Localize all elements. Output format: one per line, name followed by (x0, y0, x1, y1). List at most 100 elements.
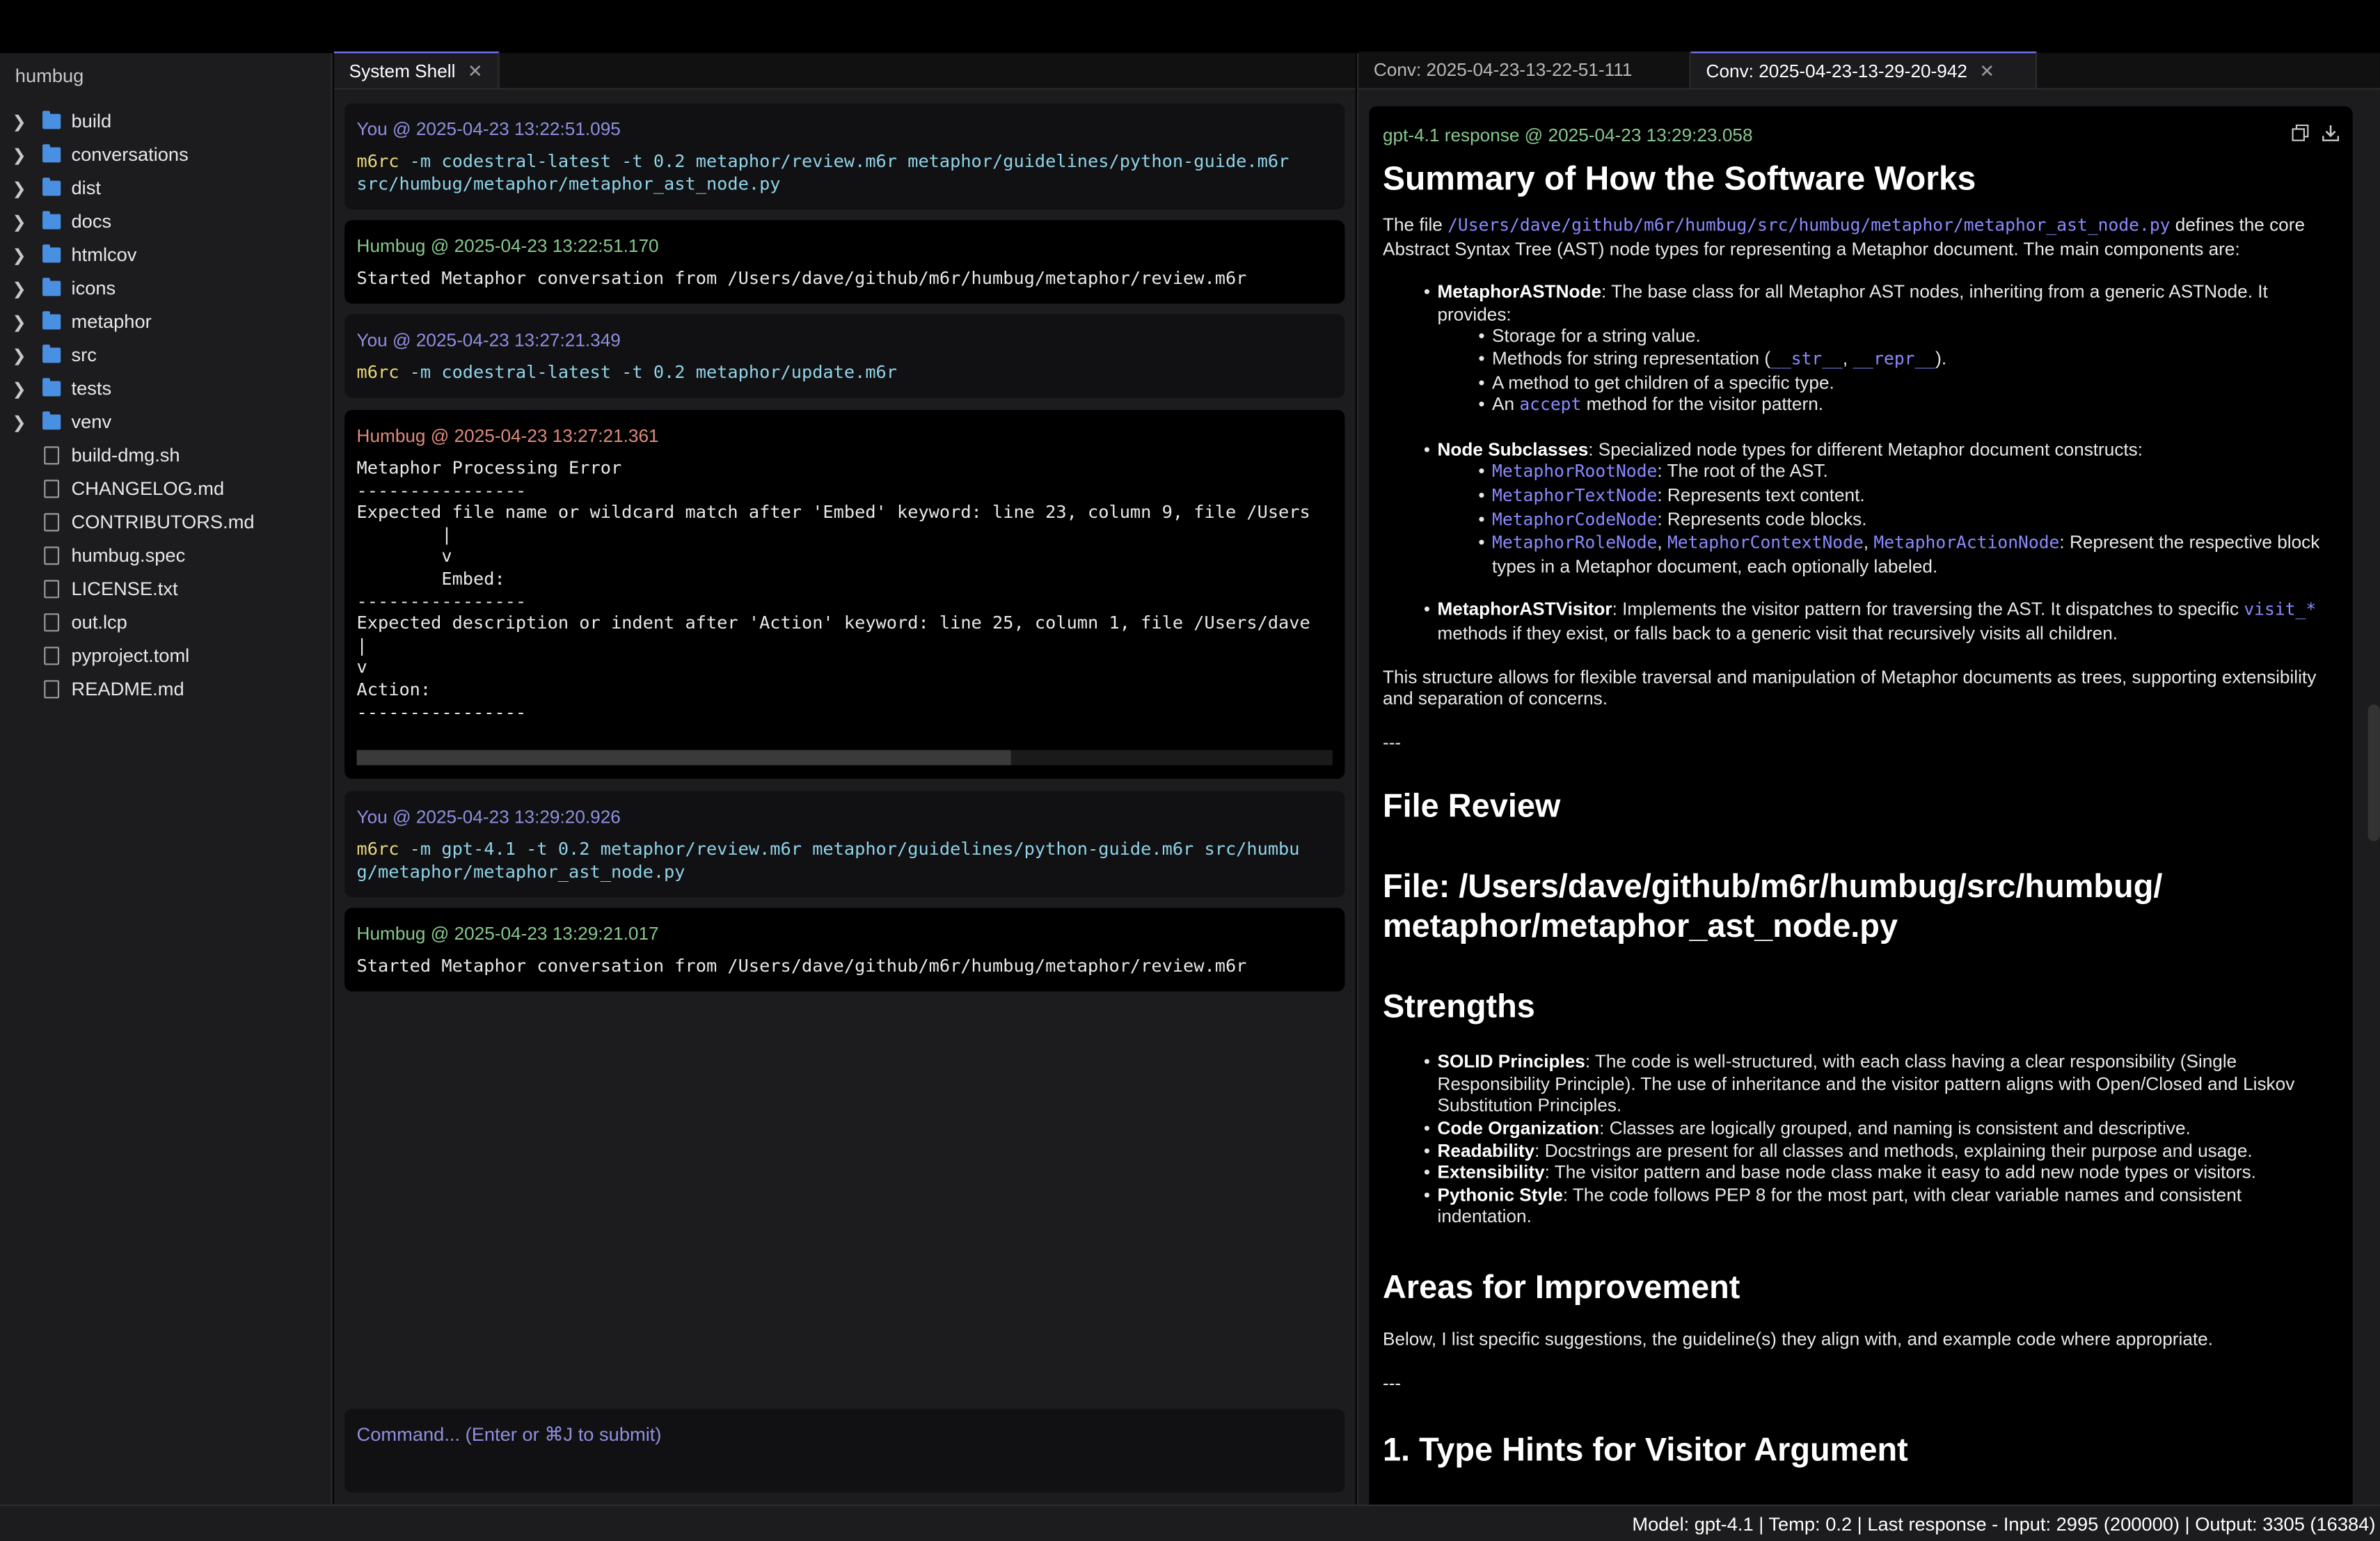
chevron-right-icon[interactable]: ❯ (0, 111, 27, 132)
chevron-right-icon[interactable]: ❯ (0, 345, 27, 365)
error-text[interactable]: Metaphor Processing Error --------------… (357, 457, 1333, 723)
heading-summary: Summary of How the Software Works (1382, 159, 1976, 198)
bold-text: Code Organization (1437, 1117, 1600, 1139)
tree-folder-venv[interactable]: ❯ venv (0, 405, 331, 438)
tree-item-label: CONTRIBUTORS.md (71, 512, 255, 533)
horizontal-rule: --- (1382, 1372, 1402, 1393)
sub-list: Storage for a string value. Methods for … (1478, 326, 2339, 418)
tree-file[interactable]: humbug.spec (0, 539, 331, 572)
title-bar (0, 0, 2380, 54)
paragraph: The file /Users/dave/github/m6r/humbug/s… (1383, 214, 2339, 260)
list-item: Methods for string representation (__str… (1478, 347, 2339, 371)
tree-file[interactable]: out.lcp (0, 606, 331, 639)
command-name: m6rc (356, 838, 399, 860)
vertical-scrollbar[interactable] (2367, 704, 2380, 841)
message-text[interactable]: Started Metaphor conversation from /User… (357, 955, 1333, 977)
text: : Docstrings are present for all classes… (1534, 1139, 2253, 1161)
folder-icon (42, 345, 61, 363)
tree-folder-docs[interactable]: ❯ docs (0, 205, 331, 238)
command-args: -m gpt-4.1 -t 0.2 metaphor/review.m6r me… (399, 838, 1300, 860)
tree-folder-src[interactable]: ❯ src (0, 338, 331, 372)
command-text[interactable]: m6rc -m gpt-4.1 -t 0.2 metaphor/review.m… (357, 838, 1333, 883)
tree-item-label: venv (71, 411, 112, 433)
tab-system-shell[interactable]: System Shell ✕ (333, 52, 500, 88)
paragraph: Below, I list specific suggestions, the … (1382, 1328, 2214, 1350)
tree-folder-conversations[interactable]: ❯ conversations (0, 138, 331, 171)
horizontal-scrollbar[interactable] (356, 750, 1333, 766)
shell-message-error: Humbug @ 2025-04-23 13:27:21.361 Metapho… (344, 409, 1345, 780)
list-item: A method to get children of a specific t… (1478, 371, 2339, 393)
tree-file[interactable]: build-dmg.sh (0, 438, 331, 472)
message-header: You @ 2025-04-23 13:29:20.926 (356, 806, 621, 828)
file-link[interactable]: /Users/dave/github/m6r/humbug/src/humbug… (1447, 216, 2170, 235)
paragraph: This structure allows for flexible trave… (1382, 665, 2317, 709)
tab-label: Conv: 2025-04-23-13-22-51-111 (1373, 59, 1633, 81)
tree-item-label: build (71, 111, 112, 132)
tree-item-label: pyproject.toml (71, 645, 190, 667)
chevron-right-icon[interactable]: ❯ (0, 312, 27, 331)
chevron-right-icon[interactable]: ❯ (0, 379, 27, 398)
tab-conversation-2[interactable]: Conv: 2025-04-23-13-29-20-942 ✕ (1690, 52, 2038, 88)
list-item: MetaphorRootNode: The root of the AST. (1478, 461, 2339, 484)
heading-areas-for-improvement: Areas for Improvement (1382, 1269, 1740, 1306)
tree-item-label: build-dmg.sh (71, 445, 180, 466)
command-name: m6rc (356, 361, 399, 383)
tree-folder-htmlcov[interactable]: ❯ htmlcov (0, 238, 331, 271)
close-icon[interactable]: ✕ (468, 60, 483, 81)
tree-item-label: out.lcp (71, 612, 127, 633)
bold-text: MetaphorASTNode (1437, 280, 1602, 303)
text: : Classes are logically grouped, and nam… (1599, 1117, 2191, 1139)
chevron-right-icon[interactable]: ❯ (0, 412, 27, 432)
tree-item-label: tests (71, 378, 112, 400)
inline-code: __str__ (1770, 349, 1843, 369)
download-icon[interactable] (2322, 125, 2340, 142)
tab-conversation-1[interactable]: Conv: 2025-04-23-13-22-51-111 (1358, 52, 1691, 88)
chevron-right-icon[interactable]: ❯ (0, 245, 27, 264)
chevron-right-icon[interactable]: ❯ (0, 212, 27, 231)
tree-folder-dist[interactable]: ❯ dist (0, 171, 331, 205)
inline-code: MetaphorContextNode (1667, 532, 1864, 553)
response-actions (2292, 124, 2340, 142)
tree-folder-icons[interactable]: ❯ icons (0, 271, 331, 305)
file-icon (44, 546, 60, 565)
tree-item-label: docs (71, 211, 112, 232)
file-icon (44, 446, 60, 465)
chevron-right-icon[interactable]: ❯ (0, 178, 27, 198)
folder-icon (42, 144, 61, 163)
file-tree: ❯ build ❯ conversations ❯ dist ❯ docs ❯ htmlcov ❯ i… (0, 105, 331, 706)
inline-code: __repr__ (1853, 349, 1936, 369)
text: Methods for string representation ( (1492, 347, 1771, 369)
file-icon (44, 480, 60, 498)
command-args: -m codestral-latest -t 0.2 metaphor/revi… (399, 150, 1290, 172)
tree-item-label: icons (71, 278, 116, 299)
scrollbar-thumb[interactable] (356, 750, 1011, 766)
tree-file[interactable]: CHANGELOG.md (0, 472, 331, 505)
tree-file[interactable]: CONTRIBUTORS.md (0, 505, 331, 539)
bold-text: Readability (1437, 1139, 1535, 1161)
bullet-list: MetaphorASTNode: The base class for all … (1424, 281, 2339, 645)
folder-icon (42, 411, 61, 430)
message-header: Humbug @ 2025-04-23 13:27:21.361 (356, 425, 659, 447)
tree-file[interactable]: README.md (0, 672, 331, 706)
file-icon (44, 680, 60, 699)
copy-icon[interactable] (2292, 124, 2309, 141)
tree-item-label: LICENSE.txt (71, 578, 178, 600)
command-text[interactable]: m6rc -m codestral-latest -t 0.2 metaphor… (357, 150, 1333, 195)
tree-folder-tests[interactable]: ❯ tests (0, 372, 331, 405)
command-text[interactable]: m6rc -m codestral-latest -t 0.2 metaphor… (357, 361, 1333, 384)
tree-item-label: src (71, 345, 97, 366)
chevron-right-icon[interactable]: ❯ (0, 278, 27, 298)
tree-file[interactable]: LICENSE.txt (0, 572, 331, 606)
list-item: Extensibility: The visitor pattern and b… (1424, 1162, 2339, 1184)
tree-file[interactable]: pyproject.toml (0, 639, 331, 672)
conversation-tab-bar: Conv: 2025-04-23-13-22-51-111 Conv: 2025… (1358, 52, 2380, 90)
command-input[interactable]: Command... (Enter or ⌘J to submit) (344, 1409, 1345, 1493)
message-text[interactable]: Started Metaphor conversation from /User… (357, 267, 1333, 290)
tree-folder-metaphor[interactable]: ❯ metaphor (0, 305, 331, 338)
strengths-list: SOLID Principles: The code is well-struc… (1424, 1051, 2339, 1228)
tab-label: System Shell (349, 60, 456, 81)
close-icon[interactable]: ✕ (1979, 60, 1994, 81)
tree-folder-build[interactable]: ❯ build (0, 105, 331, 139)
chevron-right-icon[interactable]: ❯ (0, 145, 27, 164)
shell-message-user: You @ 2025-04-23 13:29:20.926 m6rc -m gp… (344, 791, 1345, 898)
